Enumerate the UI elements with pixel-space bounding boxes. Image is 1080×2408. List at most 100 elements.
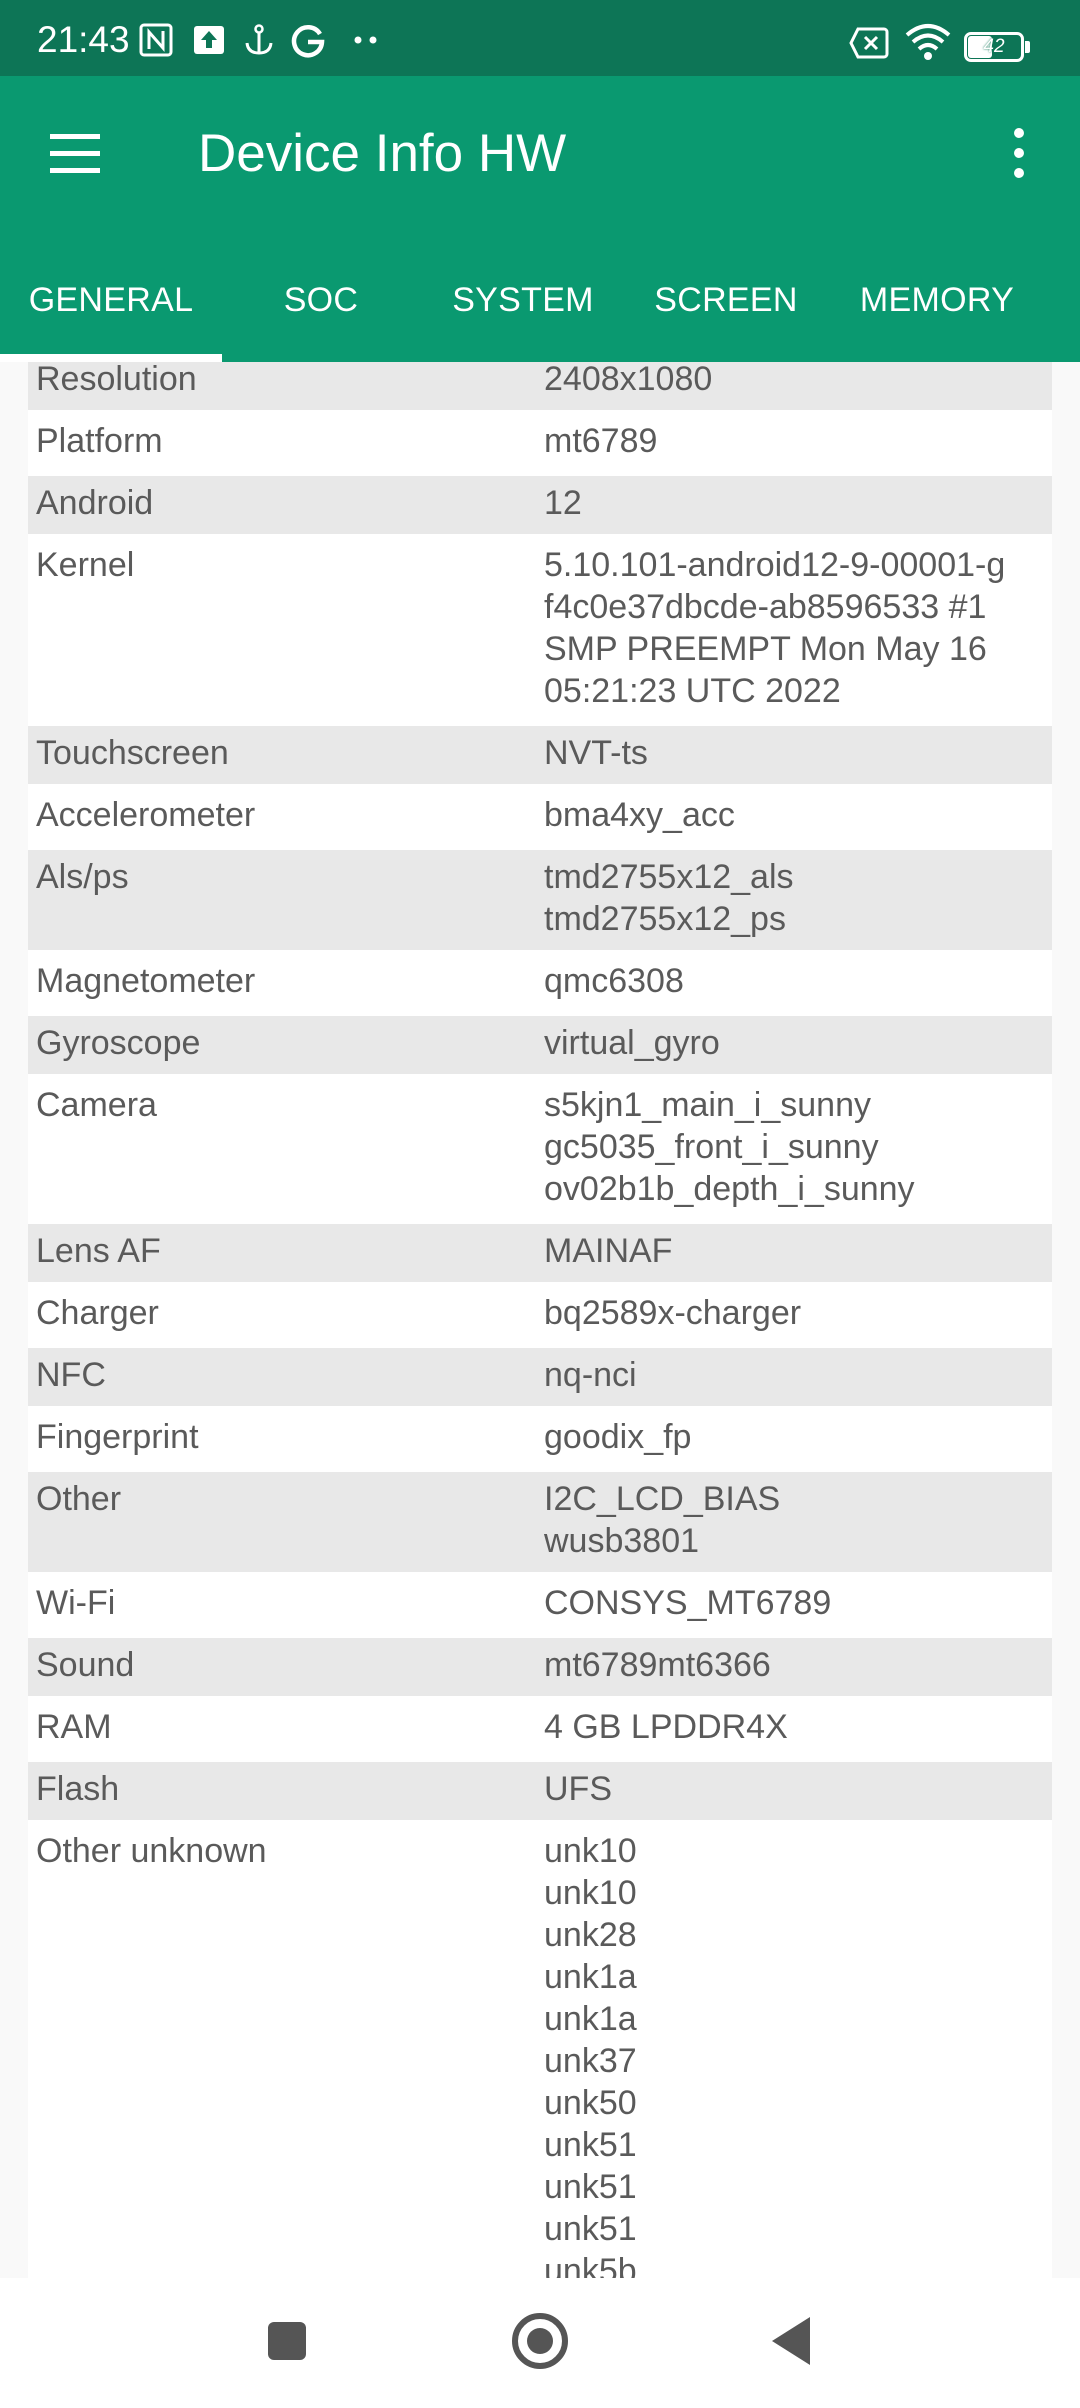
row-value: I2C_LCD_BIAS wusb3801: [544, 1478, 1048, 1562]
row-label: Platform: [36, 422, 163, 460]
table-row: Als/ps tmd2755x12_als tmd2755x12_ps: [28, 850, 1052, 954]
table-row: Android 12: [28, 476, 1052, 538]
row-value: mt6789: [544, 420, 1048, 462]
row-value-line: s5kjn1_main_i_sunny: [544, 1086, 871, 1124]
row-value: mt6789mt6366: [544, 1644, 1048, 1686]
row-value: goodix_fp: [544, 1416, 1048, 1458]
upload-icon: [194, 26, 224, 54]
row-value-line: unk51: [544, 2168, 637, 2206]
table-row: NFC nq-nci: [28, 1348, 1052, 1410]
hardware-info-list[interactable]: Resolution 2408x1080 Platform mt6789 Android…: [0, 362, 1080, 2278]
table-row: Lens AF MAINAF: [28, 1224, 1052, 1286]
tab-memory[interactable]: MEMORY: [826, 264, 1048, 362]
row-value: nq-nci: [544, 1354, 1048, 1396]
row-value: 12: [544, 482, 1048, 524]
row-value-line: unk1a: [544, 2000, 637, 2038]
table-row: Platform mt6789: [28, 414, 1052, 476]
row-value-line: 12: [544, 484, 582, 522]
row-value: unk10 unk10 unk28 unk1a unk1a unk37 unk50 unk51…: [544, 1830, 1048, 2278]
row-value-line: unk1a: [544, 1958, 637, 1996]
row-value-line: bma4xy_acc: [544, 796, 735, 834]
tab-bar: GENERAL SOC SYSTEM SCREEN MEMORY: [0, 264, 1080, 362]
battery-level: 42: [983, 36, 1005, 57]
row-label: NFC: [36, 1356, 106, 1394]
row-label: Other: [36, 1480, 122, 1518]
home-circle-icon[interactable]: [500, 2306, 580, 2376]
row-value-line: unk51: [544, 2210, 637, 2248]
table-row: Resolution 2408x1080: [28, 362, 1052, 414]
row-label: Als/ps: [36, 858, 129, 896]
no-sim-icon: [849, 27, 889, 59]
row-value-line: 5.10.101-android12-9-00001-g: [544, 546, 1006, 584]
recents-square-icon[interactable]: [247, 2306, 327, 2376]
row-value-line: gc5035_front_i_sunny: [544, 1128, 879, 1166]
row-label: Camera: [36, 1086, 157, 1124]
table-row: Charger bq2589x-charger: [28, 1286, 1052, 1348]
table-row: Kernel 5.10.101-android12-9-00001-g f4c0e3…: [28, 538, 1052, 726]
row-value-line: ov02b1b_depth_i_sunny: [544, 1170, 915, 1208]
row-label: Sound: [36, 1646, 135, 1684]
table-row: Other unknown unk10 unk10 unk28 unk1a unk1a un…: [28, 1824, 1052, 2278]
row-value-line: UFS: [544, 1770, 612, 1808]
row-value-line: I2C_LCD_BIAS: [544, 1480, 781, 1518]
row-label: RAM: [36, 1708, 112, 1746]
row-value-line: f4c0e37dbcde-ab8596533 #1: [544, 588, 987, 626]
row-value-line: unk28: [544, 1916, 637, 1954]
table-row: Fingerprint goodix_fp: [28, 1410, 1052, 1472]
row-value: CONSYS_MT6789: [544, 1582, 1048, 1624]
tab-general[interactable]: GENERAL: [0, 264, 222, 362]
row-value-line: mt6789mt6366: [544, 1646, 771, 1684]
row-value: s5kjn1_main_i_sunny gc5035_front_i_sunnyo…: [544, 1084, 1048, 1210]
status-bar: 21:43 42: [0, 0, 1080, 76]
row-value: 5.10.101-android12-9-00001-g f4c0e37dbcde…: [544, 544, 1048, 712]
google-icon: [291, 25, 325, 58]
row-value-line: SMP PREEMPT Mon May 16: [544, 630, 987, 668]
row-value-line: unk10: [544, 1874, 637, 1912]
row-value: NVT-ts: [544, 732, 1048, 774]
row-value-line: wusb3801: [544, 1522, 700, 1560]
status-time: 21:43: [37, 19, 130, 60]
row-value-line: virtual_gyro: [544, 1024, 720, 1062]
row-value-line: qmc6308: [544, 962, 684, 1000]
row-value-line: CONSYS_MT6789: [544, 1584, 832, 1622]
app-bar: Device Info HW GENERAL SOC SYSTEM SCREEN…: [0, 76, 1080, 362]
row-value-line: 4 GB LPDDR4X: [544, 1708, 788, 1746]
row-label: Wi-Fi: [36, 1584, 116, 1622]
back-triangle-icon[interactable]: [752, 2306, 832, 2376]
row-value-line: tmd2755x12_als: [544, 858, 794, 896]
vertical-dots-icon[interactable]: [996, 124, 1042, 184]
row-value: 2408x1080: [544, 362, 1048, 400]
row-value: UFS: [544, 1768, 1048, 1810]
row-label: Touchscreen: [36, 734, 229, 772]
table-row: Gyroscope virtual_gyro: [28, 1016, 1052, 1078]
row-value-line: MAINAF: [544, 1232, 673, 1270]
row-value: tmd2755x12_als tmd2755x12_ps: [544, 856, 1048, 940]
row-label: Android: [36, 484, 154, 522]
row-value-line: unk51: [544, 2126, 637, 2164]
row-label: Flash: [36, 1770, 120, 1808]
row-label: Resolution: [36, 362, 197, 398]
row-value: 4 GB LPDDR4X: [544, 1706, 1048, 1748]
row-value-line: bq2589x-charger: [544, 1294, 802, 1332]
row-label: Magnetometer: [36, 962, 256, 1000]
row-value: bq2589x-charger: [544, 1292, 1048, 1334]
row-label: Accelerometer: [36, 796, 256, 834]
hamburger-menu-icon[interactable]: [44, 128, 108, 180]
row-label: Lens AF: [36, 1232, 161, 1270]
row-value-line: unk5b: [544, 2252, 637, 2278]
row-value-line: goodix_fp: [544, 1418, 692, 1456]
info-table: Resolution 2408x1080 Platform mt6789 Android…: [28, 362, 1052, 2278]
row-value-line: unk37: [544, 2042, 637, 2080]
tab-screen[interactable]: SCREEN: [626, 264, 826, 362]
tab-system[interactable]: SYSTEM: [420, 264, 626, 362]
row-value-line: nq-nci: [544, 1356, 637, 1394]
row-value-line: 05:21:23 UTC 2022: [544, 672, 841, 710]
table-row: Wi-Fi CONSYS_MT6789: [28, 1576, 1052, 1638]
table-row: Camera s5kjn1_main_i_sunny gc5035_front_i_…: [28, 1078, 1052, 1224]
more-dots-icon: [354, 36, 377, 44]
row-value-line: tmd2755x12_ps: [544, 900, 786, 938]
tab-soc[interactable]: SOC: [222, 264, 420, 362]
row-value: bma4xy_acc: [544, 794, 1048, 836]
row-label: Kernel: [36, 546, 135, 584]
wifi-icon: [905, 24, 951, 60]
